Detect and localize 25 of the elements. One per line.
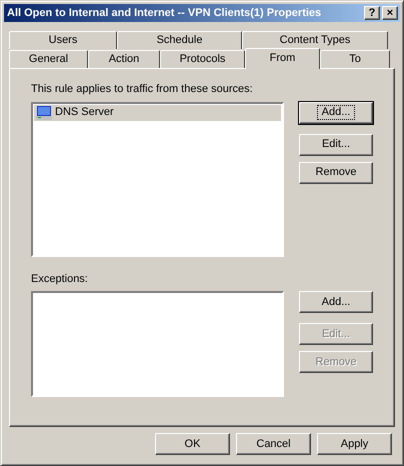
tab[interactable]: To [320, 50, 390, 68]
tab[interactable]: Schedule [117, 31, 242, 49]
tab[interactable]: From [245, 48, 320, 69]
window-title: All Open to Internal and Internet -- VPN Clients(1) Properties [7, 6, 322, 21]
item-label: DNS Server [55, 105, 114, 120]
dialog-button[interactable]: Cancel [236, 433, 311, 455]
close-button[interactable]: × [382, 6, 398, 20]
list-box[interactable] [31, 291, 284, 397]
dialog-button[interactable]: Add... [299, 102, 373, 124]
dialog-button[interactable]: Add... [299, 291, 373, 313]
dialog-button[interactable]: Apply [317, 433, 392, 455]
tab[interactable]: Content Types [242, 31, 388, 49]
dialog-button[interactable]: Remove [299, 162, 373, 184]
section-caption: This rule applies to traffic from these sources: [31, 82, 254, 97]
dialog-button[interactable]: Edit... [299, 134, 373, 156]
dialog-button[interactable]: OK [155, 433, 230, 455]
section-caption: Exceptions: [31, 272, 89, 286]
list-box[interactable]: DNS Server [31, 102, 284, 256]
list-item[interactable]: DNS Server [34, 104, 281, 120]
help-button[interactable]: ? [364, 6, 380, 20]
tab[interactable]: Action [88, 50, 160, 68]
tab[interactable]: Users [9, 31, 117, 49]
tab[interactable]: Protocols [160, 50, 245, 68]
computer-icon [36, 106, 52, 120]
tab[interactable]: General [9, 50, 88, 68]
